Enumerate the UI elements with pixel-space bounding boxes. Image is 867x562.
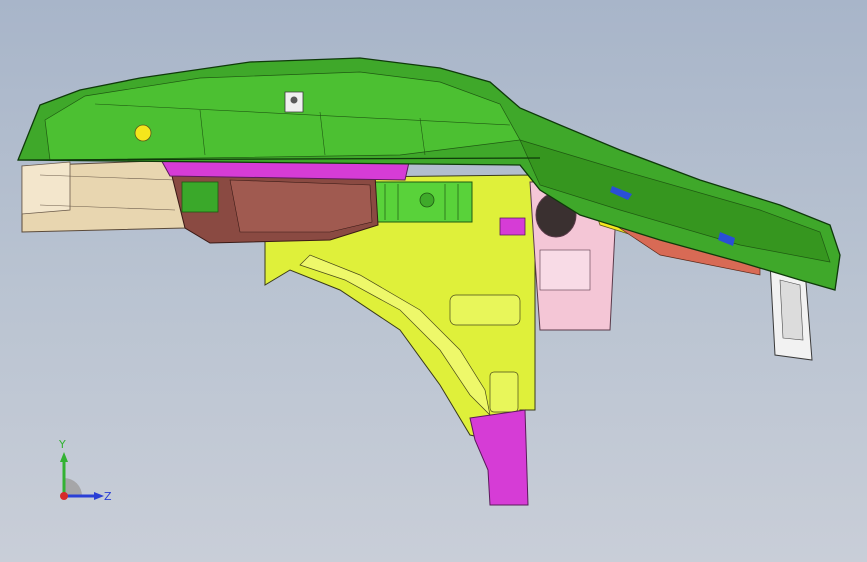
y-axis-label: Y bbox=[58, 438, 66, 451]
x-axis-icon bbox=[60, 492, 68, 500]
axis-triad-icon: Y Z bbox=[58, 438, 112, 503]
3d-assembly-model[interactable] bbox=[0, 0, 867, 562]
z-axis-label: Z bbox=[104, 490, 112, 503]
3d-viewport[interactable]: Y Z bbox=[0, 0, 867, 562]
